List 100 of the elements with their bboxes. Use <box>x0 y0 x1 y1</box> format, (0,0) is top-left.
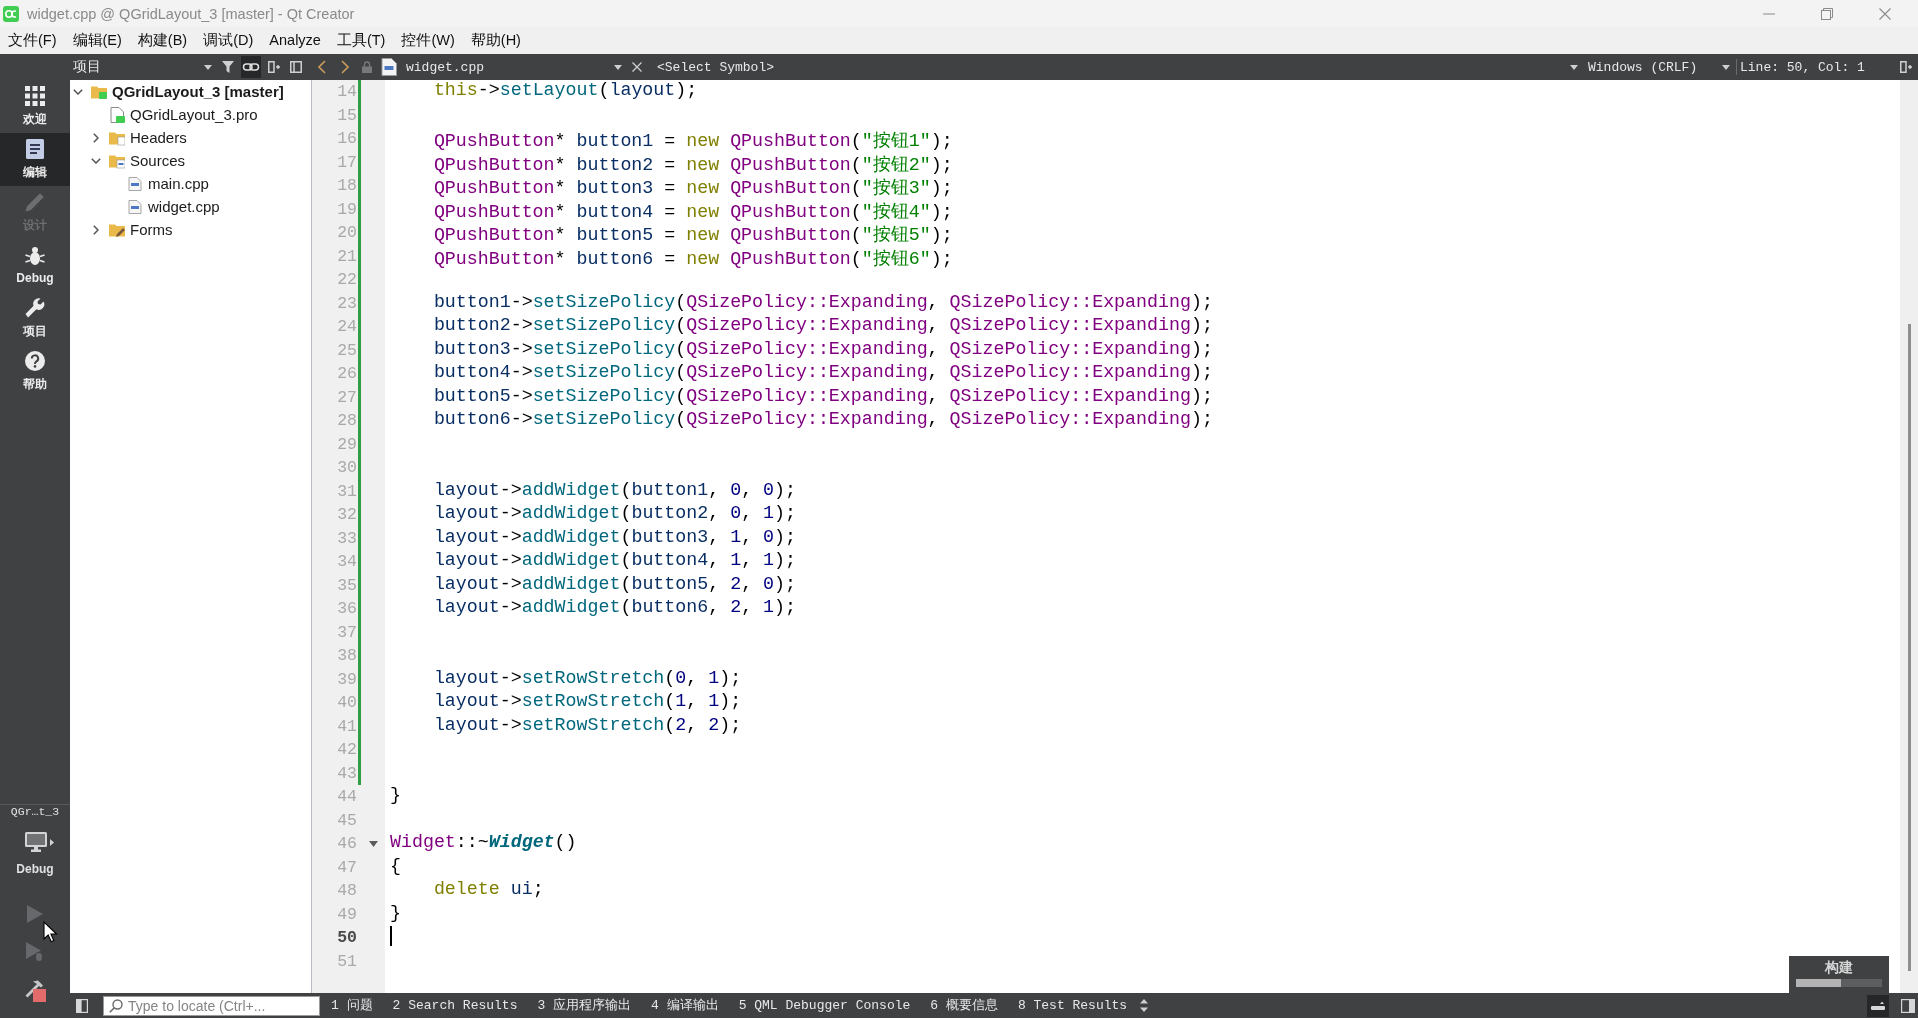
locate-field[interactable]: Type to locate (Ctrl+... <box>103 995 320 1016</box>
line-number: 19 <box>336 198 357 221</box>
menu-item[interactable]: 编辑(E) <box>64 27 130 54</box>
tree-item[interactable]: QGridLayout_3.pro <box>130 106 258 123</box>
mode-tab[interactable]: 帮助 <box>0 345 70 398</box>
menu-item[interactable]: 工具(T) <box>328 27 394 54</box>
split-icon[interactable] <box>268 61 280 73</box>
output-tab[interactable]: 4 编译输出 <box>641 993 729 1018</box>
code-line: layout->setRowStretch(2, 2); <box>432 714 743 737</box>
search-icon <box>109 998 123 1013</box>
caret-icon[interactable] <box>1570 64 1578 70</box>
menu-item[interactable]: 文件(F) <box>0 27 65 54</box>
tree-item[interactable]: Headers <box>130 129 187 146</box>
output-tab[interactable]: 1 问题 <box>321 993 383 1018</box>
line-number: 14 <box>336 81 357 103</box>
line-number: 45 <box>336 809 357 832</box>
line-number: 47 <box>336 856 357 879</box>
progress-bar-icon[interactable] <box>1867 994 1889 1017</box>
fold-arrow-icon[interactable] <box>368 840 378 847</box>
line-number: 35 <box>336 574 357 597</box>
up-down-arrows-icon[interactable] <box>1140 999 1149 1012</box>
mode-tab[interactable]: 欢迎 <box>0 80 70 133</box>
caret-icon[interactable] <box>1722 64 1730 70</box>
document-selector[interactable]: widget.cpp <box>380 56 626 78</box>
progress-label: 构建 <box>1825 959 1853 975</box>
menu-item[interactable]: 构建(B) <box>129 27 196 54</box>
cursor-position[interactable]: Line: 50, Col: 1 <box>1740 59 1895 75</box>
line-number: 46 <box>336 833 357 855</box>
line-number: 18 <box>336 175 357 197</box>
code-line: layout->addWidget(button5, 2, 0); <box>432 573 798 596</box>
output-tab[interactable]: 6 概要信息 <box>920 993 1008 1018</box>
filter-icon[interactable] <box>222 61 234 73</box>
link-icon[interactable] <box>241 56 261 78</box>
menu-item[interactable]: Analyze <box>261 27 329 54</box>
line-number: 44 <box>336 786 357 808</box>
symbol-selector[interactable]: <Select Symbol> <box>650 56 1581 78</box>
caret-icon[interactable] <box>204 64 212 70</box>
code-line: layout->addWidget(button2, 0, 1); <box>432 503 798 525</box>
close-icon[interactable] <box>1879 7 1891 20</box>
bug-icon <box>25 246 45 266</box>
code-line: layout->addWidget(button3, 1, 0); <box>432 526 798 549</box>
code-line: button4->setSizePolicy(QSizePolicy::Expanding, QSizePolicy::Expanding); <box>432 362 1214 384</box>
line-number: 16 <box>336 128 357 150</box>
line-ending-selector[interactable]: Windows (CRLF) <box>1583 56 1733 78</box>
kit-selector[interactable]: QGr…t_3 Debug <box>0 805 70 882</box>
output-tab[interactable]: 5 QML Debugger Console <box>728 993 921 1018</box>
line-number: 32 <box>336 504 357 526</box>
output-tab[interactable]: 3 应用程序输出 <box>527 993 642 1018</box>
line-number: 28 <box>336 410 357 432</box>
view-selector[interactable]: 项目 <box>73 56 218 78</box>
code-line: button6->setSizePolicy(QSizePolicy::Expanding, QSizePolicy::Expanding); <box>432 409 1214 431</box>
line-number: 22 <box>336 269 357 291</box>
caret-icon[interactable] <box>614 64 622 70</box>
window-title: widget.cpp @ QGridLayout_3 [master] - Qt Creator <box>27 5 355 22</box>
code-line: { <box>390 855 402 878</box>
help-icon <box>25 350 45 371</box>
code-line: Widget::~Widget() <box>390 832 578 854</box>
close-icon[interactable] <box>632 62 642 72</box>
mouse-pointer-icon <box>43 921 58 943</box>
chevron-left-icon[interactable] <box>318 60 326 74</box>
menu-item[interactable]: 控件(W) <box>393 27 463 54</box>
mode-tab[interactable]: 编辑 <box>0 133 70 186</box>
split-icon[interactable] <box>1900 61 1912 73</box>
line-number: 49 <box>336 903 357 926</box>
line-number: 51 <box>336 950 357 973</box>
monitor-icon <box>25 832 47 852</box>
code-line: QPushButton* button4 = new QPushButton("按钮4"); <box>432 200 954 221</box>
output-tab[interactable]: 8 Test Results <box>1007 993 1138 1018</box>
menu-item[interactable]: 调试(D) <box>195 27 262 54</box>
tree-item[interactable]: Sources <box>130 152 186 169</box>
code-line: this->setLayout(layout); <box>432 80 699 102</box>
code-line: QPushButton* button6 = new QPushButton("按钮6"); <box>432 247 954 268</box>
chevron-right-icon[interactable] <box>341 60 349 74</box>
panel-icon[interactable] <box>290 61 302 73</box>
sidebar-toggle-icon[interactable] <box>76 998 88 1013</box>
line-number: 27 <box>336 386 357 409</box>
code-line: } <box>390 902 402 925</box>
line-number: 41 <box>336 715 357 738</box>
line-number: 17 <box>336 151 357 174</box>
panel-icon[interactable] <box>1901 998 1915 1013</box>
restore-icon[interactable] <box>1821 7 1833 20</box>
menu-item[interactable]: 帮助(H) <box>462 27 529 54</box>
mode-tab[interactable]: 项目 <box>0 292 70 345</box>
mode-tab[interactable]: Debug <box>0 239 70 292</box>
tree-item[interactable]: main.cpp <box>148 175 209 192</box>
tree-item[interactable]: Forms <box>130 221 173 238</box>
caret-icon[interactable] <box>50 838 54 846</box>
output-tab[interactable]: 2 Search Results <box>382 993 528 1018</box>
wrench-icon <box>25 297 45 318</box>
line-number: 31 <box>336 480 357 503</box>
file-icon <box>381 58 397 76</box>
line-number: 21 <box>336 245 357 268</box>
hammer-icon[interactable] <box>24 980 46 1002</box>
scrollbar[interactable] <box>1900 80 1918 993</box>
line-number: 50 <box>336 927 357 949</box>
tree-item[interactable]: widget.cpp <box>148 198 220 215</box>
document-icon <box>25 138 45 159</box>
code-line: layout->setRowStretch(1, 1); <box>432 691 743 713</box>
tree-item[interactable]: QGridLayout_3 [master] <box>112 83 284 100</box>
line-number: 33 <box>336 527 357 550</box>
